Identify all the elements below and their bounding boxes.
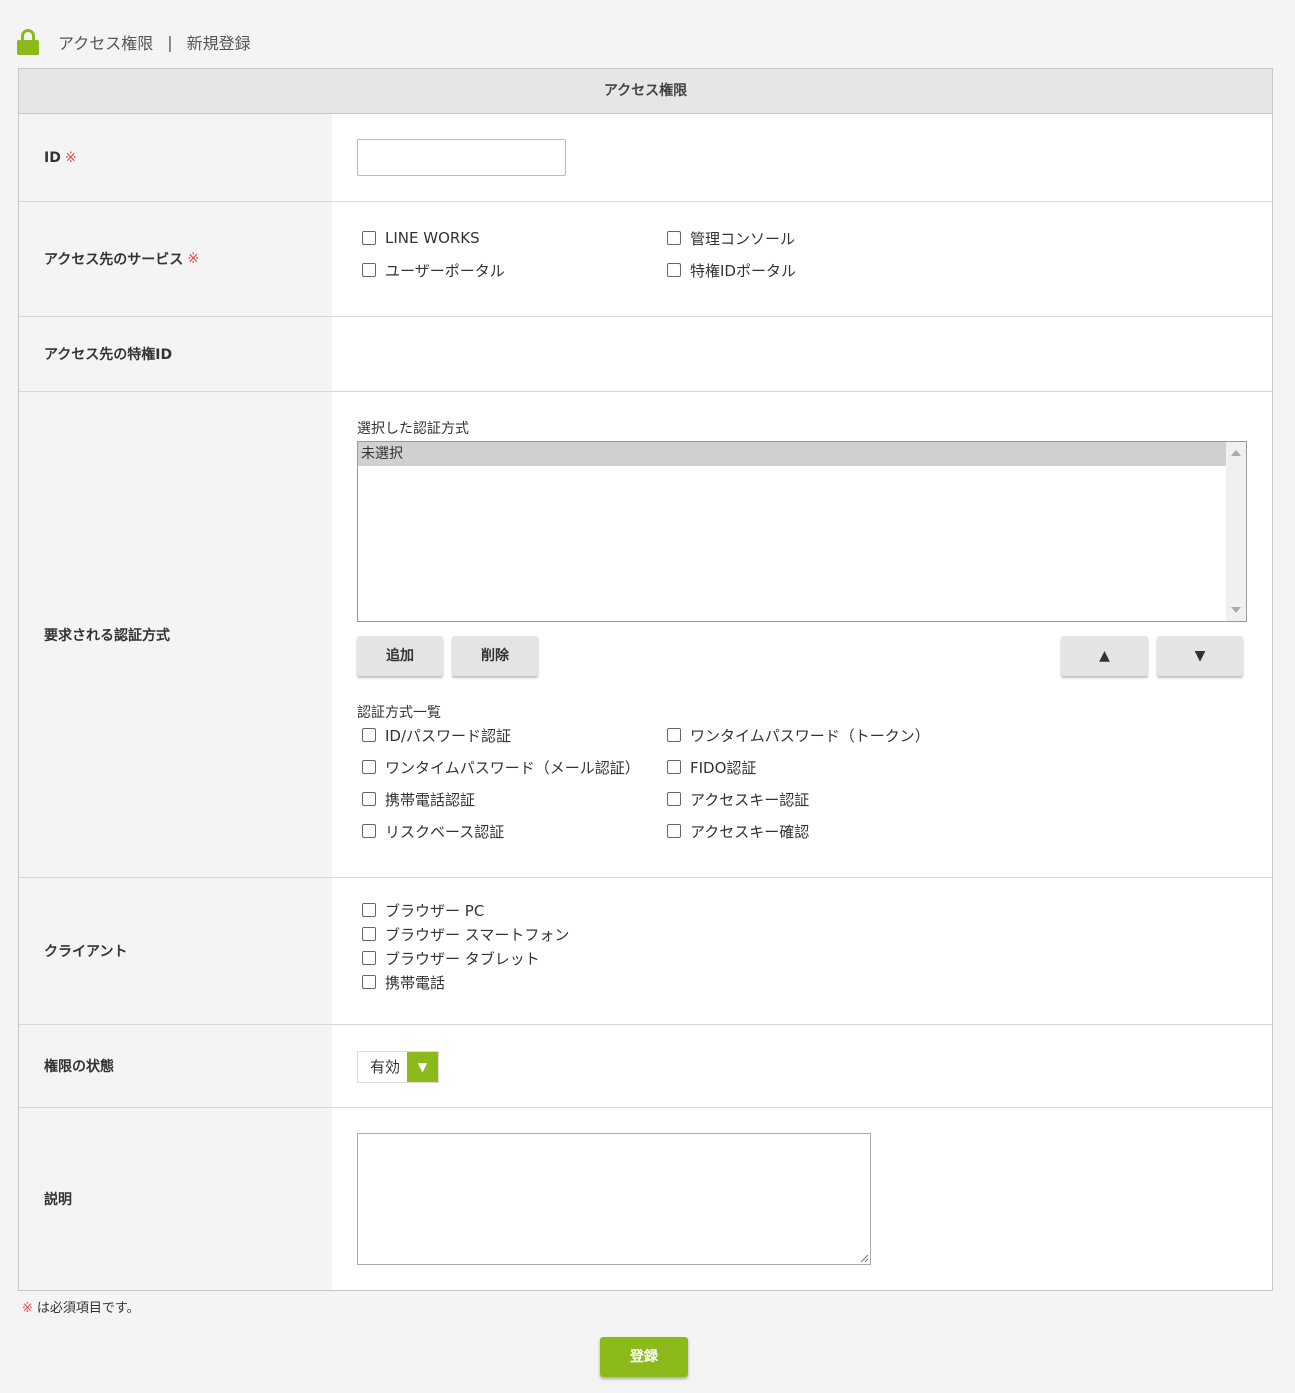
checkbox-privileged-id-portal[interactable]: 特権IDポータル [667, 254, 972, 286]
privileged-id-label: アクセス先の特権ID [44, 347, 173, 363]
checkbox-access-key-confirm[interactable]: アクセスキー確認 [667, 815, 972, 847]
checkbox-icon[interactable] [362, 927, 376, 941]
checkbox-icon[interactable] [667, 792, 681, 806]
checkbox-icon[interactable] [362, 951, 376, 965]
checkbox-icon[interactable] [667, 824, 681, 838]
register-button[interactable]: 登録 [600, 1337, 688, 1377]
resize-handle-icon[interactable] [860, 1254, 869, 1263]
remove-button[interactable]: 削除 [452, 636, 538, 676]
row-id: ID ※ [19, 114, 1272, 202]
scroll-down-icon[interactable] [1231, 607, 1241, 613]
row-service: アクセス先のサービス ※ LINE WORKS 管理コンソール ユーザーポータル… [19, 202, 1272, 317]
scroll-up-icon[interactable] [1231, 450, 1241, 456]
status-label: 権限の状態 [44, 1059, 114, 1075]
status-select[interactable]: 有効 ▼ [357, 1051, 439, 1083]
checkbox-browser-smartphone[interactable]: ブラウザー スマートフォン [362, 922, 569, 946]
checkbox-browser-tablet[interactable]: ブラウザー タブレット [362, 946, 569, 970]
checkbox-icon[interactable] [667, 760, 681, 774]
move-down-button[interactable]: ▼ [1157, 636, 1243, 676]
checkbox-line-works[interactable]: LINE WORKS [362, 222, 667, 254]
id-input[interactable] [357, 139, 566, 176]
breadcrumb-section: アクセス権限 [58, 34, 154, 53]
dropdown-arrow-icon[interactable]: ▼ [407, 1052, 438, 1082]
checkbox-otp-token[interactable]: ワンタイムパスワード（トークン） [667, 719, 972, 751]
required-mark: ※ [187, 251, 200, 267]
checkbox-icon[interactable] [667, 728, 681, 742]
breadcrumb-separator: | [167, 32, 173, 52]
row-auth: 要求される認証方式 選択した認証方式 未選択 追加 削除 ▲ ▼ 認証方式一覧 … [19, 392, 1272, 878]
checkbox-icon[interactable] [362, 792, 376, 806]
checkbox-icon[interactable] [667, 263, 681, 277]
checkbox-browser-pc[interactable]: ブラウザー PC [362, 898, 569, 922]
row-status: 権限の状態 有効 ▼ [19, 1025, 1272, 1108]
required-footnote: ※ は必須項目です。 [22, 1297, 140, 1316]
checkbox-otp-mail[interactable]: ワンタイムパスワード（メール認証） [362, 751, 667, 783]
footnote-mark: ※ [22, 1301, 33, 1316]
checkbox-mobile-auth[interactable]: 携帯電話認証 [362, 783, 667, 815]
status-select-value[interactable]: 有効 [358, 1052, 407, 1082]
description-label: 説明 [44, 1192, 72, 1208]
move-up-button[interactable]: ▲ [1061, 636, 1148, 676]
checkbox-icon[interactable] [362, 263, 376, 277]
auth-label: 要求される認証方式 [44, 627, 170, 644]
id-label: ID [44, 149, 61, 166]
page-header: アクセス権限 | 新規登録 [17, 28, 251, 56]
selected-auth-listbox[interactable]: 未選択 [357, 441, 1247, 622]
listbox-scrollbar[interactable] [1226, 442, 1246, 621]
row-privileged-id: アクセス先の特権ID [19, 317, 1272, 392]
checkbox-icon[interactable] [362, 728, 376, 742]
service-label: アクセス先のサービス [44, 252, 184, 268]
checkbox-id-password[interactable]: ID/パスワード認証 [362, 719, 667, 751]
breadcrumb-page: 新規登録 [186, 34, 251, 53]
checkbox-icon[interactable] [362, 903, 376, 917]
form-title: アクセス権限 [19, 69, 1272, 114]
checkbox-admin-console[interactable]: 管理コンソール [667, 222, 972, 254]
checkbox-icon[interactable] [362, 231, 376, 245]
row-description: 説明 [19, 1108, 1272, 1290]
listbox-option[interactable]: 未選択 [358, 442, 1226, 466]
lock-icon [17, 29, 39, 55]
access-permission-form: アクセス権限 ID ※ アクセス先のサービス ※ LINE WORKS 管理コン… [18, 68, 1273, 1291]
checkbox-risk-based[interactable]: リスクベース認証 [362, 815, 667, 847]
checkbox-mobile-phone[interactable]: 携帯電話 [362, 970, 569, 994]
footnote-text: は必須項目です。 [36, 1301, 140, 1316]
row-client: クライアント ブラウザー PC ブラウザー スマートフォン ブラウザー タブレッ… [19, 878, 1272, 1025]
checkbox-user-portal[interactable]: ユーザーポータル [362, 254, 667, 286]
client-label: クライアント [44, 944, 128, 960]
checkbox-icon[interactable] [667, 231, 681, 245]
checkbox-access-key-auth[interactable]: アクセスキー認証 [667, 783, 972, 815]
description-textarea[interactable] [357, 1133, 871, 1265]
checkbox-fido[interactable]: FIDO認証 [667, 751, 972, 783]
checkbox-icon[interactable] [362, 760, 376, 774]
required-mark: ※ [64, 149, 77, 166]
add-button[interactable]: 追加 [357, 636, 443, 676]
checkbox-icon[interactable] [362, 975, 376, 989]
selected-auth-label: 選択した認証方式 [357, 421, 469, 437]
checkbox-icon[interactable] [362, 824, 376, 838]
